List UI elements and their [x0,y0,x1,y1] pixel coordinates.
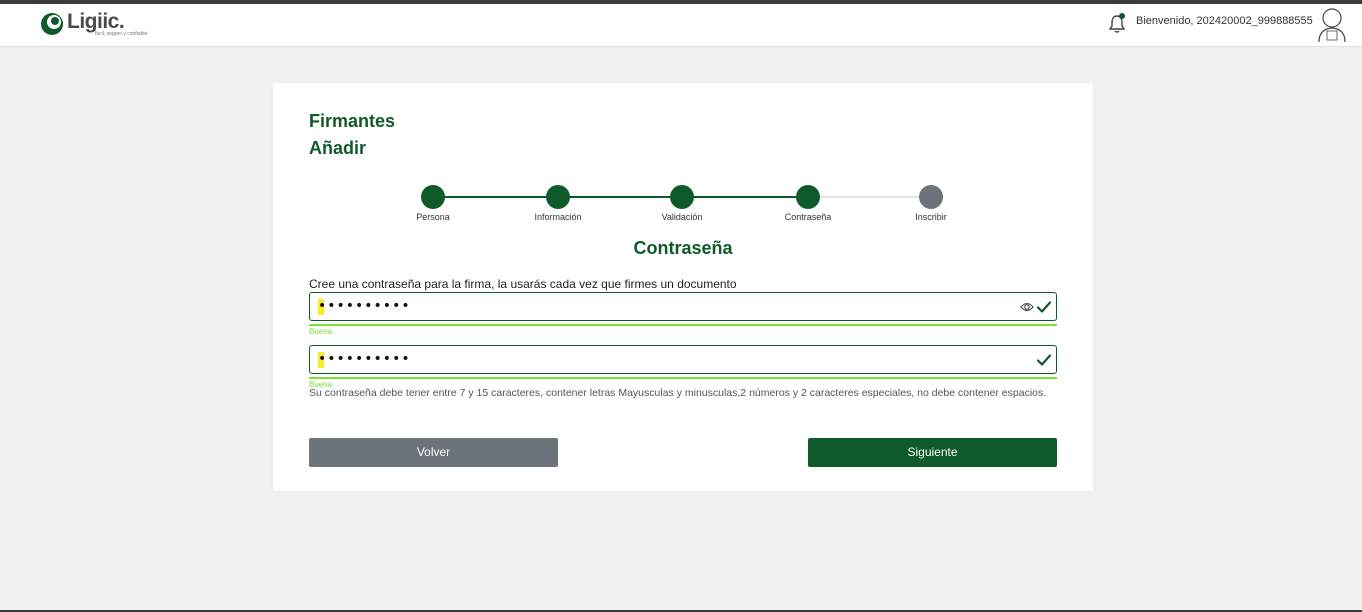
step-label-validacion: Validación [661,212,703,222]
confirm-password-input[interactable]: •••••••••• [309,345,1057,374]
check-icon [1036,301,1052,313]
welcome-text: Bienvenido, 202420002_999888555 [1136,15,1313,27]
stepper-line-done [433,196,808,198]
notification-dot [1119,13,1125,19]
password-instruction: Cree una contraseña para la firma, la us… [309,277,737,291]
back-button[interactable]: Volver [309,438,558,467]
app-header: Ligiic. fácil, seguro y confiable Bienve… [0,4,1362,47]
logo-mark-icon [41,13,63,35]
confirm-password-value: •••••••••• [318,351,411,367]
confirm-strength-bar [309,377,1057,379]
step-dot-contrasena [796,185,820,209]
logo-tagline: fácil, seguro y confiable [95,31,148,37]
stepper-line-pending [808,196,931,198]
step-label-informacion: Información [534,212,582,222]
step-label-contrasena: Contraseña [784,212,832,222]
check-icon [1036,354,1052,366]
section-title: Contraseña [633,238,733,258]
next-button[interactable]: Siguiente [808,438,1057,467]
step-label-persona: Persona [416,212,450,222]
step-label-inscribir: Inscribir [915,212,947,222]
password-strength-bar [309,324,1057,326]
progress-stepper: Persona Información Validación Contraseñ… [273,185,1093,225]
password-strength-label: Buena [309,327,333,336]
password-value: •••••••••• [318,298,411,314]
password-input[interactable]: •••••••••• [309,292,1057,321]
step-dot-informacion [546,185,570,209]
avatar-icon[interactable] [1316,7,1348,43]
eye-icon[interactable] [1020,301,1034,313]
step-dot-inscribir [919,185,943,209]
page-subtitle: Añadir [309,138,367,158]
step-dot-validacion [670,185,694,209]
signer-form-card: Firmantes Añadir Persona Información Val… [273,83,1093,491]
logo[interactable]: Ligiic. fácil, seguro y confiable [40,8,160,40]
password-requirements-hint: Su contraseña debe tener entre 7 y 15 ca… [309,387,1047,399]
step-dot-persona [421,185,445,209]
page-title: Firmantes [309,111,396,131]
